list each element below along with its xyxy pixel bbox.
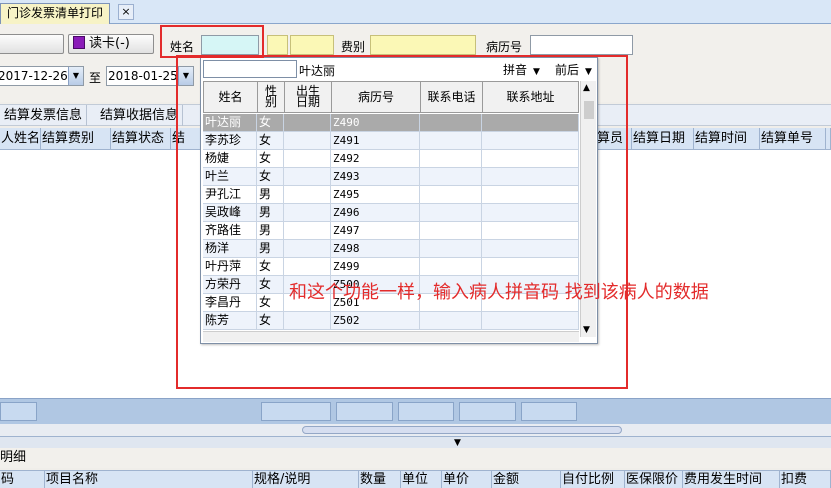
column-header[interactable]: 单位 [401, 471, 442, 488]
column-header[interactable]: 数量 [359, 471, 401, 488]
record-number-input[interactable] [530, 35, 633, 55]
read-card-label: 读卡(-) [89, 36, 130, 51]
scroll-thumb[interactable] [302, 426, 622, 434]
column-header[interactable]: 扣费 [780, 471, 831, 488]
tab-invoice-info[interactable]: 结算发票信息 [0, 105, 88, 126]
date-from-value: 2017-12-26 [0, 69, 68, 83]
read-card-button[interactable]: 读卡(-) [68, 34, 154, 54]
column-header[interactable]: 结算单号 [760, 128, 826, 149]
tab-close-button[interactable]: × [118, 4, 134, 20]
column-header[interactable]: 结算时间 [694, 128, 760, 149]
column-header[interactable]: 结算日期 [632, 128, 694, 149]
annotation-box-name [160, 25, 264, 58]
tab-invoice-list-print[interactable]: 门诊发票清单打印 [0, 3, 111, 24]
column-header[interactable]: 规格/说明 [253, 471, 359, 488]
column-header[interactable]: 人姓名 [0, 128, 41, 149]
column-header[interactable]: 结算费别 [41, 128, 111, 149]
detail-title: 明细 [0, 448, 831, 468]
tab-receipt-info[interactable]: 结算收据信息 [96, 105, 184, 126]
column-header[interactable] [826, 128, 831, 149]
date-from-picker[interactable]: 2017-12-26 ▼ [0, 66, 84, 86]
summary-cell [521, 402, 577, 421]
date-to-value: 2018-01-25 [108, 69, 178, 83]
chevron-down-icon[interactable]: ▼ [68, 67, 83, 85]
column-header[interactable]: 项目名称 [45, 471, 253, 488]
column-header[interactable]: 码 [0, 471, 45, 488]
summary-cell [398, 402, 454, 421]
chevron-down-icon[interactable]: ▼ [454, 438, 461, 448]
record-number-label: 病历号 [486, 40, 523, 54]
annotation-box-popup [176, 55, 628, 389]
summary-cell [459, 402, 516, 421]
column-header[interactable]: 结算状态 [111, 128, 171, 149]
card-reader-icon [73, 36, 85, 49]
sex-field[interactable] [267, 35, 288, 55]
column-header[interactable]: 医保限价 [625, 471, 683, 488]
column-header[interactable]: 金额 [492, 471, 561, 488]
summary-cell [0, 402, 37, 421]
card-type-button[interactable] [0, 34, 64, 54]
fee-type-label: 费别 [341, 40, 366, 54]
column-header[interactable]: 费用发生时间 [683, 471, 780, 488]
summary-cell [261, 402, 331, 421]
column-header[interactable]: 自付比例 [561, 471, 625, 488]
summary-cell [336, 402, 393, 421]
age-field[interactable] [290, 35, 334, 55]
date-to-label: 至 [89, 71, 102, 85]
detail-grid-header: 码 项目名称 规格/说明 数量 单位 单价 金额 自付比例 医保限价 费用发生时… [0, 470, 831, 488]
summary-bar [0, 398, 831, 424]
annotation-text: 和这个功能一样，输入病人拼音码 找到该病人的数据 [289, 282, 709, 303]
column-header[interactable]: 单价 [442, 471, 492, 488]
tab-strip: 门诊发票清单打印 × [0, 0, 831, 24]
fee-type-field[interactable] [370, 35, 476, 55]
horizontal-scrollbar[interactable] [0, 424, 831, 436]
panel-splitter[interactable] [0, 436, 831, 448]
